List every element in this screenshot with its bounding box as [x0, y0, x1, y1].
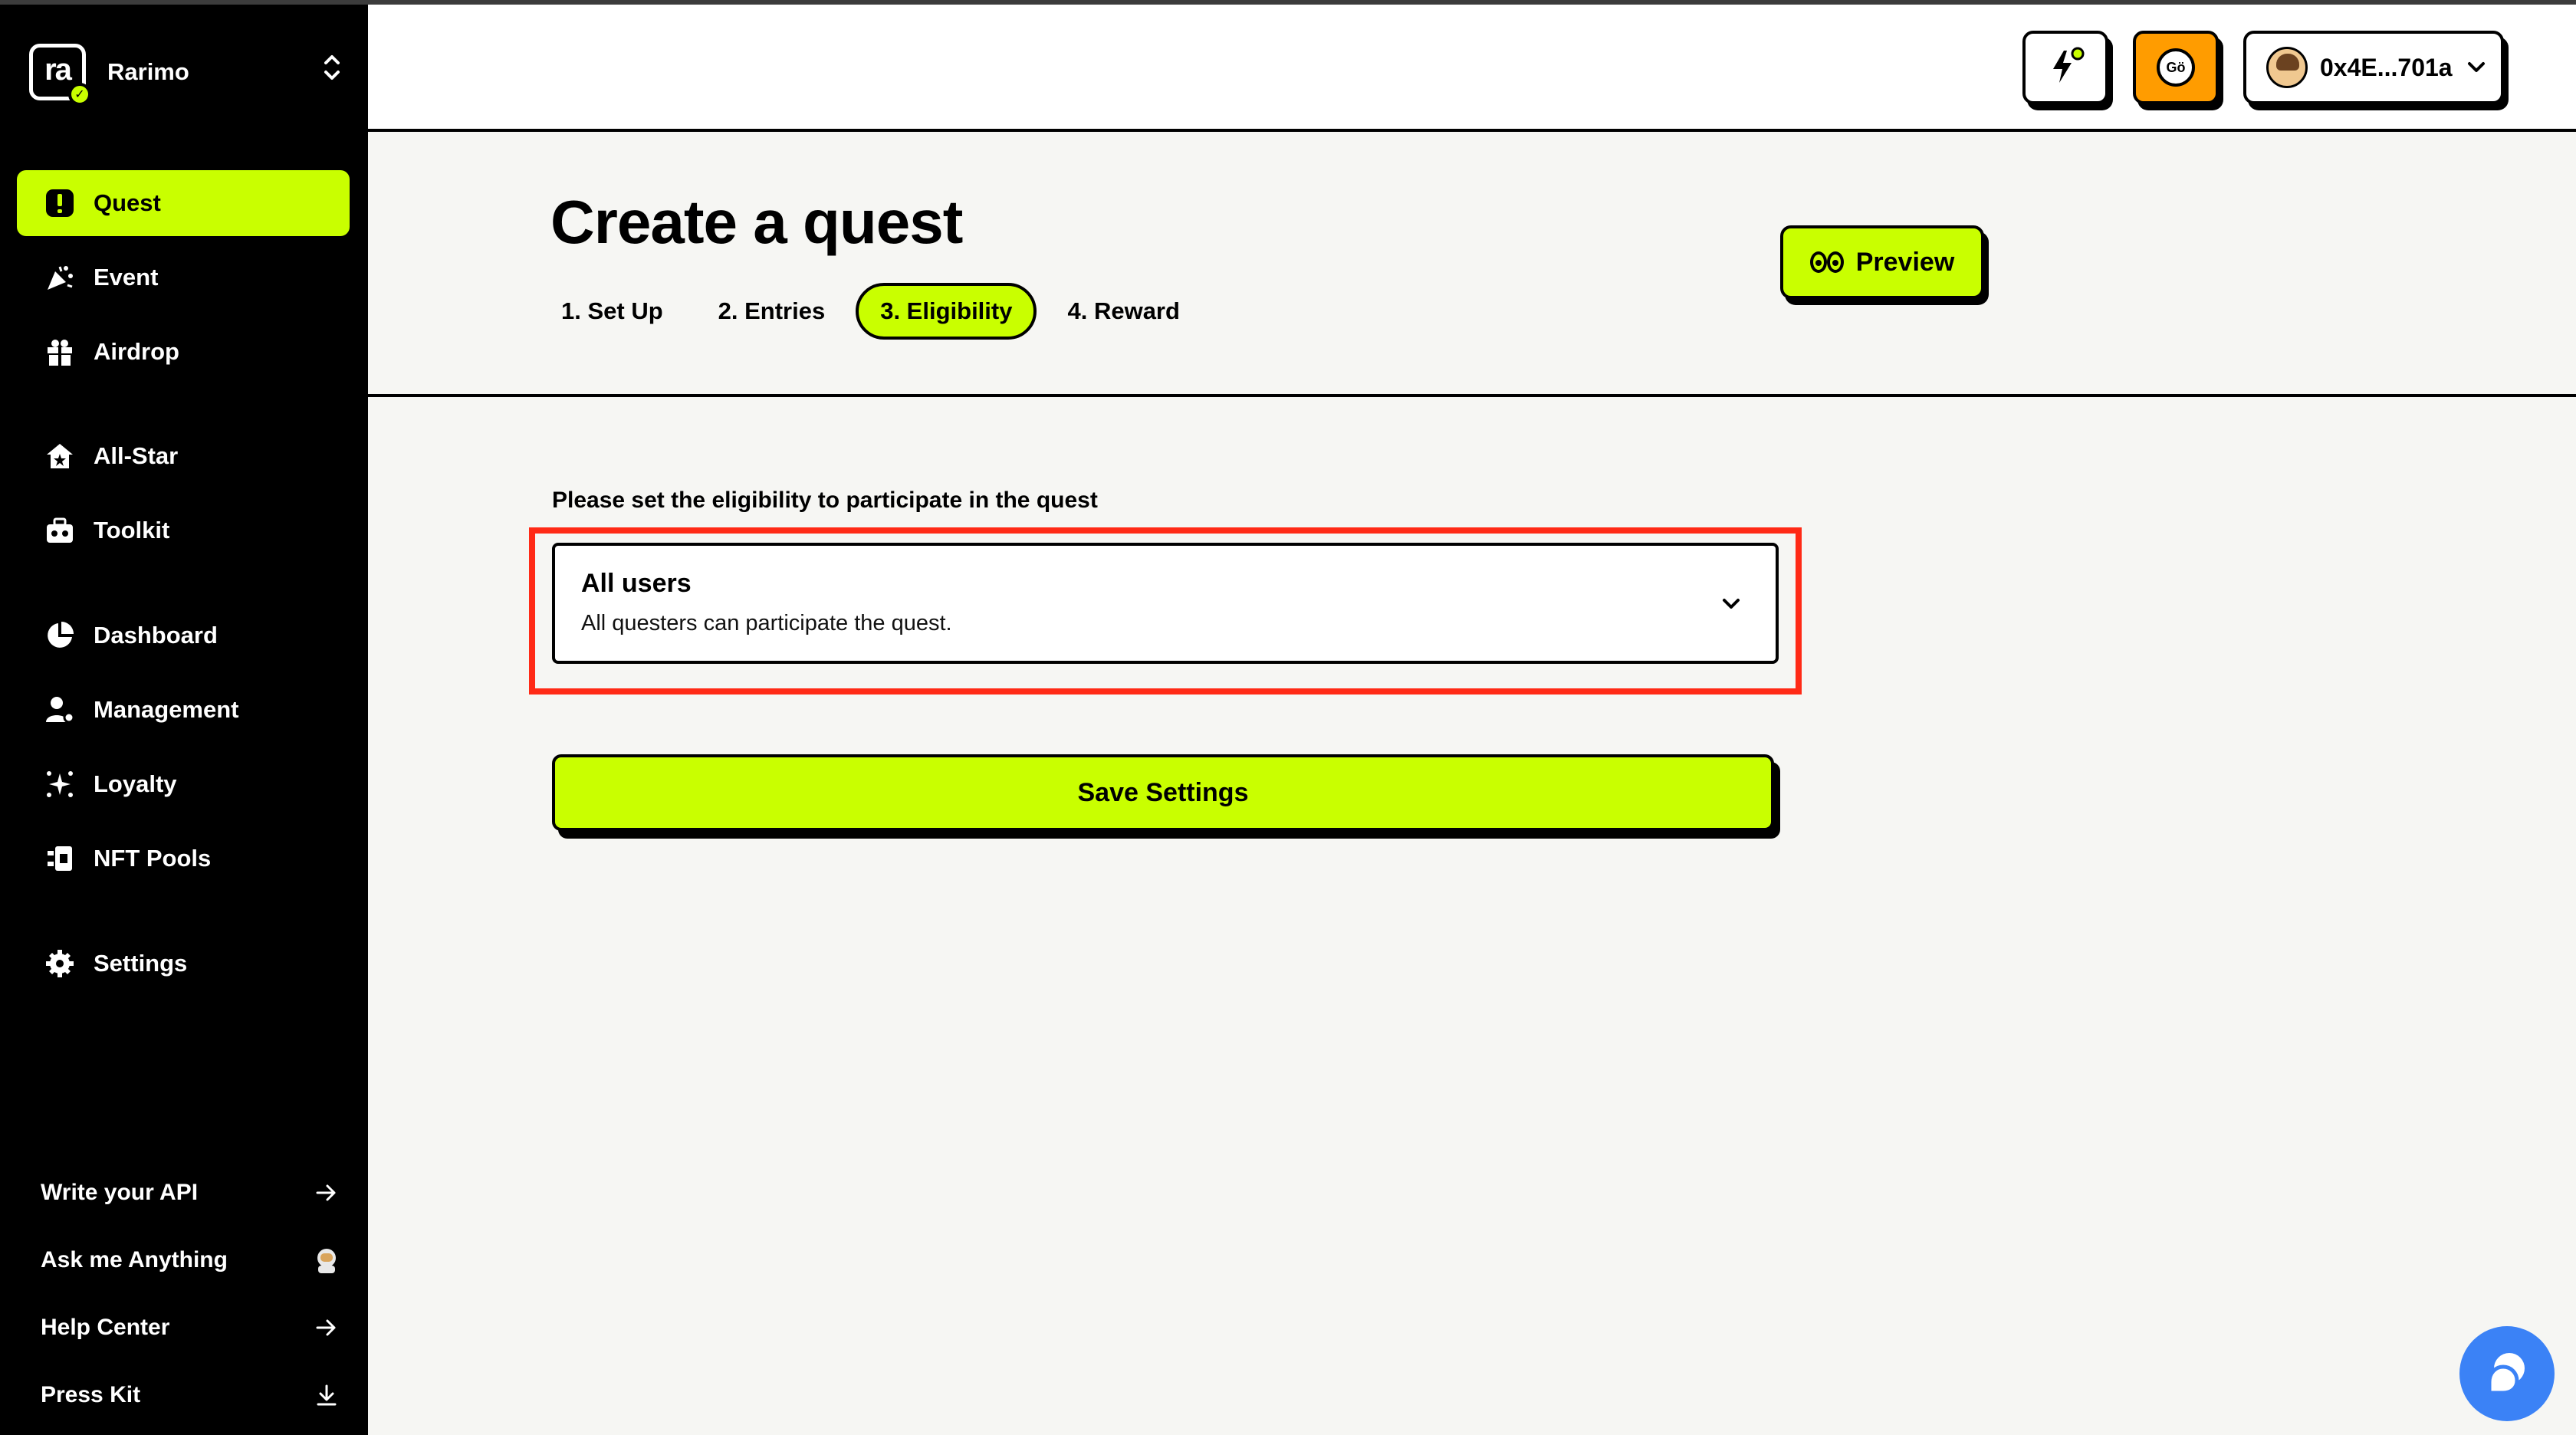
window-top-border [0, 0, 2576, 5]
save-settings-button[interactable]: Save Settings [552, 754, 1774, 831]
sidebar-item-all-star[interactable]: All-Star [17, 423, 350, 489]
gift-icon [43, 335, 77, 369]
preview-label: Preview [1855, 247, 1955, 277]
page-header: Create a quest 1. Set Up 2. Entries 3. E… [368, 132, 2576, 397]
ask-me-anything-link[interactable]: Ask me Anything [41, 1237, 340, 1283]
chevron-down-icon [2465, 56, 2488, 79]
sidebar-item-label: NFT Pools [94, 845, 212, 872]
gear-icon [43, 947, 77, 980]
help-center-link[interactable]: Help Center [41, 1305, 340, 1351]
bottom-link-label: Press Kit [41, 1382, 141, 1407]
sidebar-item-label: Loyalty [94, 770, 177, 797]
top-bar: Gö 0x4E...701a [368, 5, 2576, 132]
write-your-api-link[interactable]: Write your API [41, 1170, 340, 1216]
party-popper-icon [43, 261, 77, 294]
network-coin-button[interactable]: Gö [2133, 31, 2219, 104]
sidebar-item-label: Quest [94, 189, 161, 216]
eligibility-select-description: All questers can participate the quest. [581, 611, 952, 635]
bottom-link-label: Help Center [41, 1315, 170, 1340]
chevron-up-down-icon[interactable] [320, 52, 343, 84]
sidebar-item-label: Toolkit [94, 517, 170, 543]
bottom-link-label: Ask me Anything [41, 1247, 228, 1272]
sidebar-item-dashboard[interactable]: Dashboard [17, 603, 350, 668]
goerli-coin-icon: Gö [2157, 48, 2195, 87]
chat-bubble-icon [2480, 1345, 2534, 1403]
sidebar: ra ✓ Rarimo Quest Event Airdrop All-Star [0, 5, 368, 1435]
sidebar-item-label: Settings [94, 950, 188, 977]
arrow-right-icon [314, 1180, 340, 1206]
avatar [2266, 47, 2308, 88]
sidebar-item-quest[interactable]: Quest [17, 170, 350, 236]
sidebar-item-settings[interactable]: Settings [17, 931, 350, 997]
sidebar-item-event[interactable]: Event [17, 245, 350, 310]
logo-text: ra [44, 52, 72, 87]
chevron-down-icon [1717, 590, 1745, 618]
verified-check-icon: ✓ [68, 83, 91, 106]
user-gear-icon [43, 693, 77, 727]
step-set-up[interactable]: 1. Set Up [550, 283, 688, 340]
sidebar-item-label: Management [94, 696, 239, 723]
page-title: Create a quest [550, 188, 963, 256]
step-eligibility[interactable]: 3. Eligibility [856, 283, 1037, 340]
sidebar-item-label: Event [94, 264, 159, 291]
eligibility-select-title: All users [581, 569, 692, 598]
eligibility-select[interactable]: All users All questers can participate t… [552, 543, 1779, 664]
wallet-address: 0x4E...701a [2320, 53, 2453, 81]
eyes-icon [1809, 251, 1844, 273]
step-entries[interactable]: 2. Entries [694, 283, 850, 340]
download-icon [314, 1382, 340, 1408]
quest-steps: 1. Set Up 2. Entries 3. Eligibility 4. R… [550, 281, 1211, 342]
lightning-icon [2044, 44, 2087, 91]
sidebar-item-toolkit[interactable]: Toolkit [17, 497, 350, 563]
bottom-link-label: Write your API [41, 1180, 199, 1205]
press-kit-link[interactable]: Press Kit [41, 1372, 340, 1418]
astronaut-icon [314, 1247, 340, 1273]
rarimo-logo: ra ✓ [29, 44, 91, 106]
arrow-right-icon [314, 1315, 340, 1341]
workspace-name: Rarimo [107, 58, 189, 85]
wallet-button[interactable]: 0x4E...701a [2243, 31, 2504, 104]
activity-button[interactable] [2022, 31, 2108, 104]
eligibility-label: Please set the eligibility to participat… [552, 488, 1098, 513]
star-house-icon [43, 439, 77, 473]
toolbox-icon [43, 514, 77, 547]
sidebar-item-label: All-Star [94, 442, 179, 469]
preview-button[interactable]: Preview [1780, 225, 1984, 299]
workspace-switcher[interactable]: ra ✓ Rarimo [29, 41, 343, 106]
sidebar-item-nft-pools[interactable]: NFT Pools [17, 826, 350, 892]
nft-pool-icon [43, 842, 77, 875]
sidebar-item-management[interactable]: Management [17, 677, 350, 743]
chat-support-button[interactable] [2459, 1326, 2555, 1421]
sparkle-icon [43, 767, 77, 801]
sidebar-item-label: Airdrop [94, 338, 179, 365]
sidebar-item-airdrop[interactable]: Airdrop [17, 319, 350, 385]
sidebar-item-loyalty[interactable]: Loyalty [17, 751, 350, 817]
pie-chart-icon [43, 619, 77, 652]
quest-icon [43, 186, 77, 220]
step-reward[interactable]: 4. Reward [1043, 283, 1204, 340]
sidebar-item-label: Dashboard [94, 622, 218, 649]
save-settings-label: Save Settings [1077, 777, 1249, 807]
